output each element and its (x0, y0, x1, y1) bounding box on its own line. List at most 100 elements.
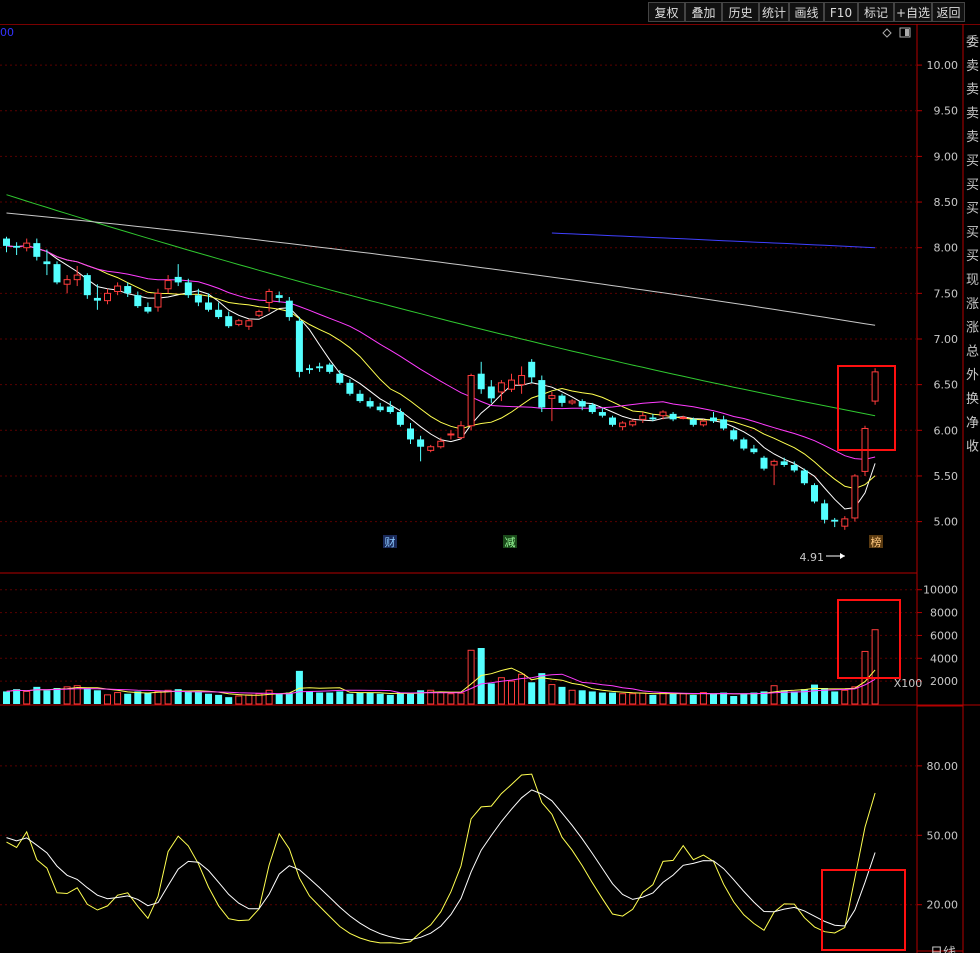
candle-body (548, 395, 556, 399)
candle-body (23, 242, 31, 249)
volume-bar (316, 692, 324, 704)
volume-bar (588, 691, 596, 704)
candle-body (245, 320, 253, 327)
candle-body (699, 420, 707, 426)
volume-bar (659, 692, 667, 705)
volume-tick-label: 4000 (930, 652, 958, 665)
volume-bar (750, 692, 758, 704)
event-marker-finance[interactable]: 财 (383, 535, 397, 549)
volume-bar (376, 693, 384, 704)
candle-body (83, 275, 91, 296)
candle-body (790, 465, 798, 471)
volume-bar (336, 691, 344, 704)
volume-bar (710, 693, 717, 704)
volume-tick-label: 2000 (930, 675, 958, 688)
mark-button[interactable]: 标记 (858, 2, 894, 22)
candle-body (396, 412, 404, 425)
volume-tick-label: 10000 (923, 584, 958, 597)
history-button[interactable]: 历史 (722, 2, 759, 22)
volume-bar (13, 689, 21, 704)
volume-bar (235, 695, 243, 705)
volume-bar (356, 692, 364, 704)
restore-rights-button[interactable]: 复权 (648, 2, 685, 22)
diamond-icon[interactable] (882, 28, 892, 38)
candle-body (417, 439, 425, 447)
candle-body (851, 475, 859, 519)
candle-body (184, 282, 192, 296)
volume-bar (447, 693, 455, 705)
period-label: 日线 (930, 946, 956, 953)
volume-bar (508, 680, 515, 705)
stock-chart[interactable]: 10.00 9.50 9.00 8.50 8.00 7.50 7.00 6.50 6.00 5.5… (0, 24, 980, 953)
oscillator-d-line (6, 789, 876, 941)
volume-bar (43, 690, 51, 704)
volume-bar (83, 688, 91, 704)
right-panel-char: 净 (966, 416, 979, 431)
back-button[interactable]: 返回 (932, 2, 965, 22)
f10-button[interactable]: F10 (824, 2, 858, 22)
price-tick-label: 7.50 (934, 287, 959, 300)
price-tick-label: 10.00 (927, 59, 959, 72)
volume-bar (629, 693, 637, 705)
candle-body (689, 419, 697, 425)
volume-bar (386, 694, 394, 704)
event-marker-list-label: 榜 (871, 535, 882, 549)
volume-bar (265, 689, 273, 705)
panel-tools (882, 27, 911, 38)
volume-bar (790, 691, 798, 704)
right-panel-char: 卖 (966, 83, 979, 98)
volume-bar (437, 692, 445, 705)
ma250-line (551, 232, 876, 249)
candle-body (558, 395, 566, 403)
event-marker-reduce[interactable]: 减 (503, 535, 517, 549)
oscillator-tick-label: 50.00 (927, 829, 959, 842)
volume-bar (53, 688, 61, 704)
highlight-box-oscillator (821, 869, 906, 951)
right-panel-char: 现 (966, 273, 979, 288)
volume-bar (225, 697, 233, 704)
volume-tick-label: 8000 (930, 607, 958, 620)
candlestick-series (3, 236, 879, 530)
statistics-button[interactable]: 统计 (759, 2, 789, 22)
candle-body (841, 518, 849, 527)
candle-body (629, 420, 637, 426)
volume-bar (831, 691, 839, 704)
candle-body (164, 280, 172, 290)
price-tick-label: 5.00 (934, 516, 959, 529)
volume-bar (154, 690, 162, 705)
candle-body (295, 320, 303, 372)
event-marker-reduce-label: 减 (505, 536, 516, 549)
volume-bar (407, 693, 414, 704)
candle-body (306, 368, 313, 371)
volume-bar (649, 694, 657, 704)
toolbar: 复权 叠加 历史 统计 画线 F10 标记 +自选 返回 (0, 0, 980, 25)
candle-body (93, 297, 101, 301)
ma20-line (6, 245, 876, 460)
event-marker-list[interactable]: 榜 (869, 535, 883, 549)
candle-body (457, 425, 465, 439)
volume-bar (487, 683, 495, 704)
volume-bar (669, 693, 677, 704)
right-panel-char: 收 (966, 440, 979, 455)
price-tick-label: 8.00 (934, 242, 959, 255)
candle-body (497, 382, 505, 393)
candle-body (205, 302, 212, 310)
candle-body (376, 406, 384, 411)
candle-body (831, 519, 839, 522)
candle-body (194, 295, 202, 303)
candle-body (598, 412, 606, 416)
volume-bar (639, 692, 647, 705)
chart-frames (0, 24, 980, 953)
drawing-button[interactable]: 画线 (789, 2, 824, 22)
overlay-button[interactable]: 叠加 (685, 2, 722, 22)
candle-body (386, 406, 394, 413)
ma120-line (6, 212, 876, 326)
add-watchlist-button[interactable]: +自选 (894, 2, 932, 22)
volume-bar (528, 682, 536, 704)
highlight-box-volume (837, 599, 901, 679)
right-panel-char: 涨 (966, 297, 979, 312)
candle-body (63, 279, 71, 285)
candle-body (679, 417, 687, 420)
price-tick-label: 5.50 (934, 470, 959, 483)
candle-body (285, 300, 293, 318)
